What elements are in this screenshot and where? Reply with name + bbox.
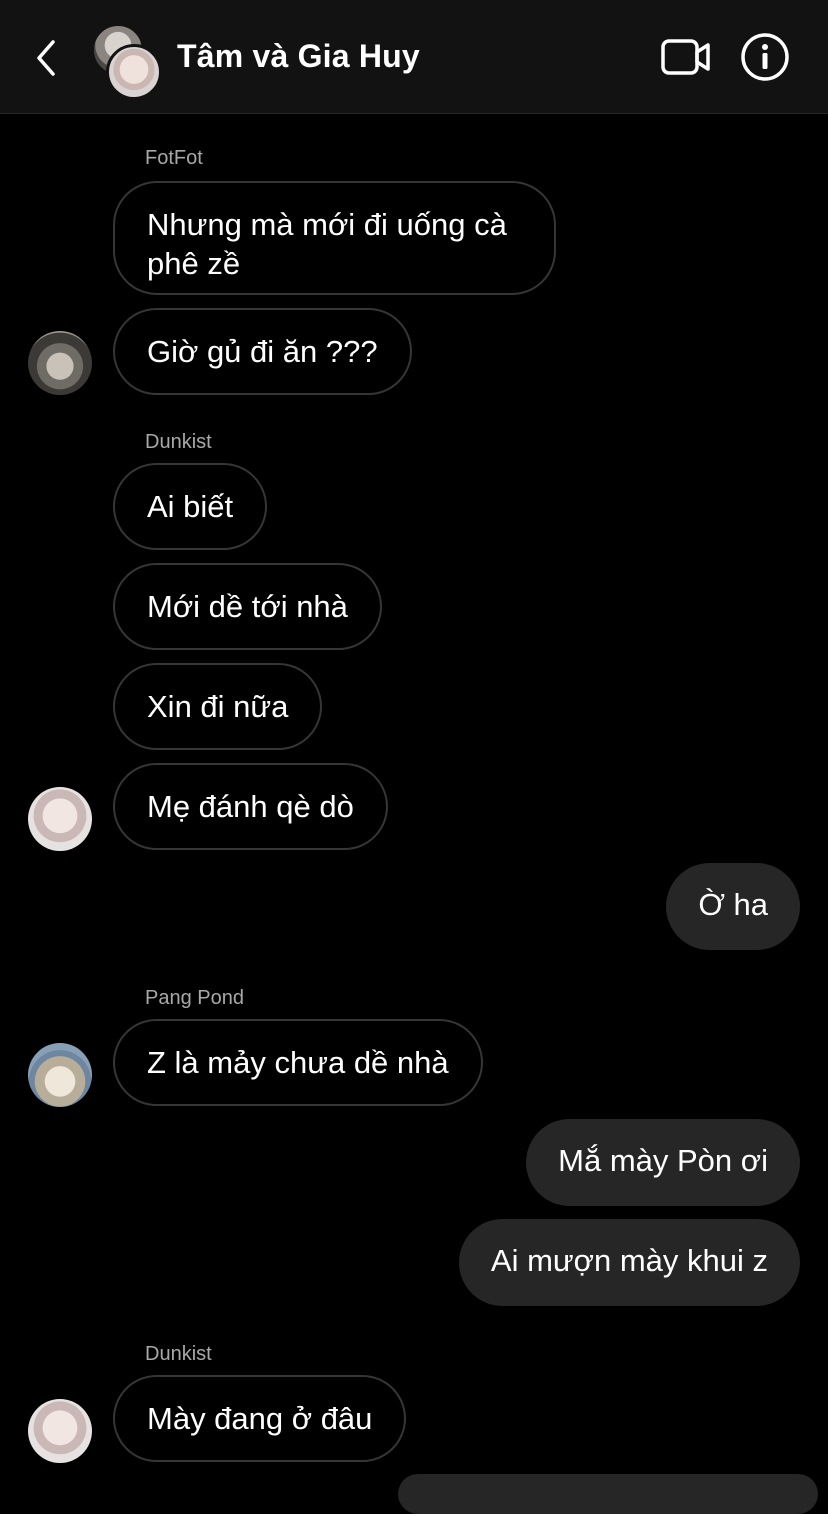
message-bubble-sent[interactable]: Mắ mày Pòn ơi <box>526 1119 800 1206</box>
message-bubble-received[interactable]: Mày đang ở đâu <box>113 1375 407 1462</box>
message-bubble-sent[interactable]: Ờ ha <box>666 863 800 950</box>
message-bubble-received[interactable]: Nhưng mà mới đi uống cà phê zề <box>113 181 556 295</box>
sender-name: Pang Pond <box>145 987 244 1009</box>
chevron-left-icon <box>37 40 55 76</box>
group-avatar-member-2 <box>106 44 162 100</box>
info-icon <box>741 33 789 81</box>
message-bubble-received[interactable]: Mới dề tới nhà <box>113 563 382 650</box>
message-bubble-received[interactable]: Z là mảy chưa dề nhà <box>113 1019 483 1106</box>
chat-header: Tâm và Gia Huy <box>0 0 828 114</box>
info-button[interactable] <box>740 32 790 82</box>
message-bubble-received[interactable]: Xin đi nữa <box>113 663 323 750</box>
avatar[interactable] <box>28 1399 92 1463</box>
avatar[interactable] <box>28 787 92 851</box>
avatar[interactable] <box>28 1043 92 1107</box>
message-bubble-sent-partial[interactable] <box>398 1474 818 1514</box>
message-bubble-received[interactable]: Mẹ đánh qè dò <box>113 763 388 850</box>
avatar[interactable] <box>28 331 92 395</box>
chat-title[interactable]: Tâm và Gia Huy <box>177 36 420 76</box>
video-camera-icon <box>661 39 710 75</box>
message-bubble-received[interactable]: Giờ gủ đi ăn ??? <box>113 308 412 395</box>
sender-name: FotFot <box>145 147 203 169</box>
sender-name: Dunkist <box>145 431 212 453</box>
sender-name: Dunkist <box>145 1343 212 1365</box>
back-button[interactable] <box>26 36 66 80</box>
video-call-button[interactable] <box>660 36 712 78</box>
message-bubble-received[interactable]: Ai biết <box>113 463 268 550</box>
group-avatar[interactable] <box>92 24 162 100</box>
message-bubble-sent[interactable]: Ai mượn mày khui z <box>458 1219 800 1306</box>
